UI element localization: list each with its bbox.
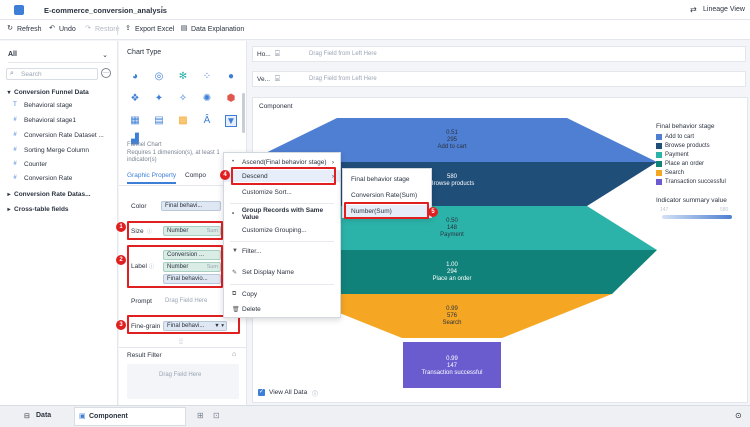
bullet-icon: •: [232, 211, 235, 217]
legend-item[interactable]: Browse products: [656, 142, 710, 150]
indicator-slider[interactable]: [662, 215, 732, 219]
funnel-rate-label: 0.99: [446, 306, 458, 312]
funnel-rate-label: 0.99: [446, 356, 458, 362]
funnel-number-label: 147: [446, 363, 457, 369]
indicator-max: 580: [720, 207, 729, 213]
menu-item-customize-sort[interactable]: Customize Sort...: [224, 186, 340, 198]
legend-label: Transaction successful: [665, 179, 726, 185]
menu-item-delete[interactable]: 🗑 Delete: [224, 303, 340, 315]
legend-swatch: [656, 134, 662, 140]
legend-swatch: [656, 170, 662, 176]
menu-item-set-display-name[interactable]: ✎ Set Display Name: [224, 266, 340, 278]
funnel-number-label: 294: [446, 269, 457, 275]
funnel-category-label: Transaction successful: [421, 370, 483, 376]
help-icon[interactable]: ⓘ: [312, 389, 318, 398]
indicator-min: 147: [660, 207, 669, 213]
bottom-bar: ⊟ Data ▣ Component ⊞ ⊡ ⊙: [0, 405, 750, 427]
legend-item[interactable]: Transaction successful: [656, 178, 726, 186]
sort-icon: •: [232, 159, 235, 165]
legend-swatch: [656, 143, 662, 149]
collapse-icon[interactable]: ⊙: [735, 411, 742, 420]
add-dashboard-icon[interactable]: ⊞: [197, 411, 204, 420]
funnel-number-label: 576: [446, 313, 457, 319]
funnel-rate-label: 0.50: [446, 218, 458, 224]
indicator-title: Indicator summary value: [656, 197, 727, 204]
edit-icon: ✎: [232, 269, 238, 276]
legend-item[interactable]: Add to cart: [656, 133, 694, 141]
view-all-label: View All Data: [269, 389, 308, 396]
funnel-segment-label: 0.50 148 Payment: [402, 218, 502, 239]
funnel-category-label: Add to cart: [437, 144, 467, 150]
funnel-rate-label: 1.00: [446, 262, 458, 268]
legend-title: Final behavior stage: [656, 123, 715, 130]
menu-item-customize-grouping[interactable]: Customize Grouping...: [224, 224, 340, 236]
menu-item-copy[interactable]: ⧉ Copy: [224, 288, 340, 300]
highlight-box-descend: [231, 167, 336, 185]
legend-label: Place an order: [665, 161, 705, 167]
submenu-item-final-behavior[interactable]: Final behavior stage: [343, 173, 431, 185]
highlight-box-number-sum: [344, 202, 429, 219]
component-tab-icon: ▣: [79, 413, 86, 420]
legend-item[interactable]: Place an order: [656, 160, 704, 168]
legend-swatch: [656, 179, 662, 185]
submenu-item-conversion-rate[interactable]: Conversion Rate(Sum): [343, 189, 431, 201]
funnel-segment-label: 1.00 294 Place an order: [402, 262, 502, 283]
funnel-number-label: 295: [446, 137, 457, 143]
legend-label: Add to cart: [665, 134, 695, 140]
funnel-segment-label: 0.51 295 Add to cart: [402, 130, 502, 151]
trash-icon: 🗑: [232, 306, 240, 313]
step-badge-5: 5: [428, 207, 438, 217]
funnel-segment-label: 0.99 147 Transaction successful: [402, 356, 502, 377]
legend-label: Payment: [665, 152, 689, 158]
tab-component-bottom[interactable]: ▣ Component: [74, 407, 186, 426]
funnel-category-label: Search: [442, 320, 462, 326]
add-report-icon[interactable]: ⊡: [213, 411, 220, 420]
legend-swatch: [656, 161, 662, 167]
funnel-category-label: Payment: [440, 232, 464, 238]
data-tab-icon: ⊟: [24, 413, 30, 420]
copy-icon: ⧉: [232, 290, 237, 297]
step-badge-4: 4: [220, 170, 230, 180]
funnel-rate-label: 0.51: [446, 130, 458, 136]
funnel-category-label: Place an order: [432, 276, 472, 282]
legend-swatch: [656, 152, 662, 158]
legend-label: Browse products: [665, 143, 710, 149]
legend-label: Search: [665, 170, 685, 176]
legend-item[interactable]: Payment: [656, 151, 689, 159]
menu-item-filter[interactable]: ▼ Filter...: [224, 245, 340, 257]
legend-item[interactable]: Search: [656, 169, 684, 177]
tab-data[interactable]: Data: [36, 412, 51, 419]
filter-icon: ▼: [232, 248, 238, 254]
funnel-segment-label: 0.99 576 Search: [402, 306, 502, 327]
menu-item-group-records[interactable]: • Group Records with Same Value: [224, 207, 340, 221]
funnel-number-label: 148: [446, 225, 457, 231]
view-all-checkbox[interactable]: ✓: [258, 389, 265, 396]
